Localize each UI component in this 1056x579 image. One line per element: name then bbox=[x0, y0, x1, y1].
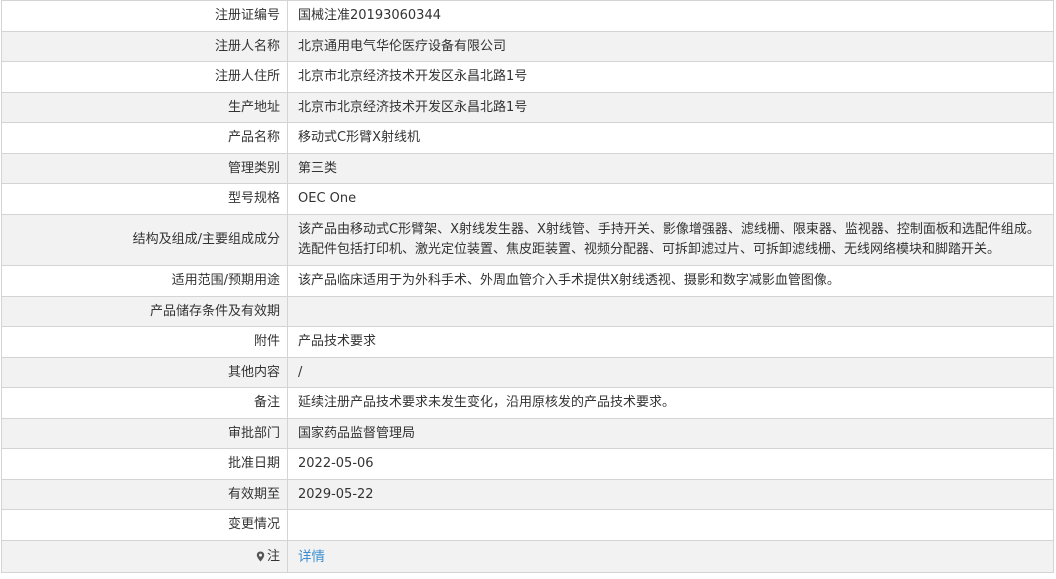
registration-record-table: 注册证编号 国械注准20193060344 注册人名称 北京通用电气华伦医疗设备… bbox=[1, 0, 1054, 573]
row-management-category: 管理类别 第三类 bbox=[2, 154, 1054, 184]
field-label: 注 bbox=[2, 541, 288, 572]
field-value: 国家药品监督管理局 bbox=[288, 419, 1054, 448]
row-change-history: 变更情况 bbox=[2, 510, 1054, 541]
field-label: 审批部门 bbox=[2, 419, 288, 448]
field-value bbox=[288, 510, 1054, 540]
note-label: 注 bbox=[266, 548, 280, 564]
field-value: 国械注准20193060344 bbox=[288, 1, 1054, 31]
field-value: 第三类 bbox=[288, 154, 1054, 183]
field-label: 附件 bbox=[2, 327, 288, 357]
field-value: / bbox=[288, 358, 1054, 387]
row-structure-composition: 结构及组成/主要组成成分 该产品由移动式C形臂架、X射线发生器、X射线管、手持开… bbox=[2, 215, 1054, 266]
field-label: 注册证编号 bbox=[2, 1, 288, 31]
field-label: 结构及组成/主要组成成分 bbox=[2, 215, 288, 265]
field-value: 详情 bbox=[288, 541, 1054, 572]
row-note: 注 详情 bbox=[2, 541, 1054, 573]
field-label: 批准日期 bbox=[2, 449, 288, 479]
field-value: 该产品临床适用于为外科手术、外周血管介入手术提供X射线透视、摄影和数字减影血管图… bbox=[288, 266, 1054, 296]
field-value: 延续注册产品技术要求未发生变化，沿用原核发的产品技术要求。 bbox=[288, 388, 1054, 418]
row-registration-number: 注册证编号 国械注准20193060344 bbox=[2, 1, 1054, 32]
map-pin-icon bbox=[256, 551, 265, 562]
field-label: 管理类别 bbox=[2, 154, 288, 183]
field-label: 备注 bbox=[2, 388, 288, 418]
field-label: 其他内容 bbox=[2, 358, 288, 387]
row-other-content: 其他内容 / bbox=[2, 358, 1054, 388]
row-registrant-address: 注册人住所 北京市北京经济技术开发区永昌北路1号 bbox=[2, 62, 1054, 93]
row-valid-until: 有效期至 2029-05-22 bbox=[2, 480, 1054, 510]
field-value: OEC One bbox=[288, 184, 1054, 214]
row-approval-date: 批准日期 2022-05-06 bbox=[2, 449, 1054, 480]
field-label: 生产地址 bbox=[2, 93, 288, 122]
field-label: 注册人住所 bbox=[2, 62, 288, 92]
field-value: 北京市北京经济技术开发区永昌北路1号 bbox=[288, 93, 1054, 122]
field-value: 2022-05-06 bbox=[288, 449, 1054, 479]
field-value bbox=[288, 297, 1054, 326]
field-value: 北京市北京经济技术开发区永昌北路1号 bbox=[288, 62, 1054, 92]
field-value: 移动式C形臂X射线机 bbox=[288, 123, 1054, 153]
field-value: 产品技术要求 bbox=[288, 327, 1054, 357]
field-label: 型号规格 bbox=[2, 184, 288, 214]
row-attachment: 附件 产品技术要求 bbox=[2, 327, 1054, 358]
row-storage-conditions: 产品储存条件及有效期 bbox=[2, 297, 1054, 327]
field-value: 北京通用电气华伦医疗设备有限公司 bbox=[288, 32, 1054, 61]
row-production-address: 生产地址 北京市北京经济技术开发区永昌北路1号 bbox=[2, 93, 1054, 123]
field-label: 适用范围/预期用途 bbox=[2, 266, 288, 296]
field-value-text: 该产品由移动式C形臂架、X射线发生器、X射线管、手持开关、影像增强器、滤线栅、限… bbox=[298, 222, 1040, 257]
row-scope-intended-use: 适用范围/预期用途 该产品临床适用于为外科手术、外周血管介入手术提供X射线透视、… bbox=[2, 266, 1054, 297]
row-remarks: 备注 延续注册产品技术要求未发生变化，沿用原核发的产品技术要求。 bbox=[2, 388, 1054, 419]
field-value: 2029-05-22 bbox=[288, 480, 1054, 509]
row-approval-department: 审批部门 国家药品监督管理局 bbox=[2, 419, 1054, 449]
field-label: 注册人名称 bbox=[2, 32, 288, 61]
row-product-name: 产品名称 移动式C形臂X射线机 bbox=[2, 123, 1054, 154]
field-label: 有效期至 bbox=[2, 480, 288, 509]
field-label: 产品储存条件及有效期 bbox=[2, 297, 288, 326]
details-link[interactable]: 详情 bbox=[298, 547, 325, 567]
field-label: 变更情况 bbox=[2, 510, 288, 540]
field-label: 产品名称 bbox=[2, 123, 288, 153]
row-model-spec: 型号规格 OEC One bbox=[2, 184, 1054, 215]
field-value: 该产品由移动式C形臂架、X射线发生器、X射线管、手持开关、影像增强器、滤线栅、限… bbox=[288, 215, 1054, 265]
row-registrant-name: 注册人名称 北京通用电气华伦医疗设备有限公司 bbox=[2, 32, 1054, 62]
